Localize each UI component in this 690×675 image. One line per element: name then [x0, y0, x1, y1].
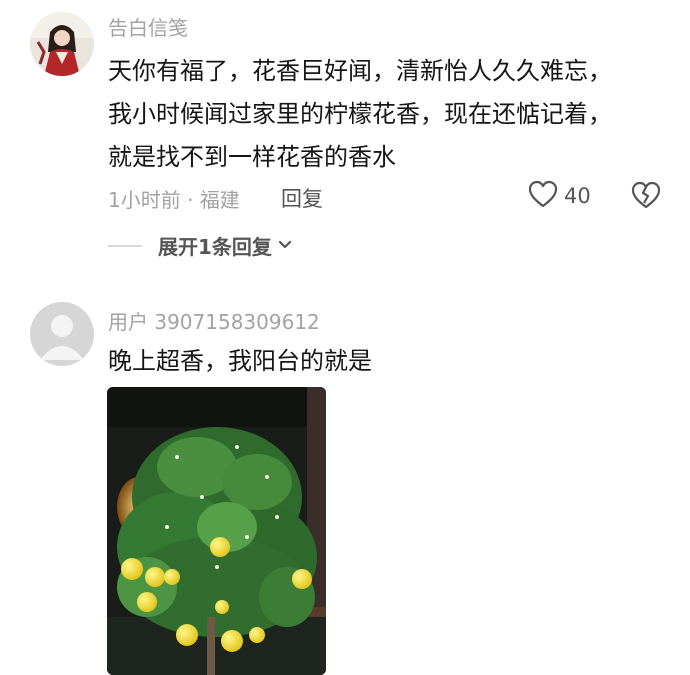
reply-button[interactable]: 回复	[281, 183, 323, 213]
comment-1: 告白信笺 天你有福了，花香巨好闻，清新怡人久久难忘， 我小时候闻过家里的柠檬花香…	[0, 0, 690, 280]
like-button[interactable]: 40	[528, 180, 591, 212]
comment-text-line: 我小时候闻过家里的柠檬花香，现在还惦记着，	[108, 100, 612, 128]
comment-username[interactable]: 告白信笺	[108, 12, 188, 41]
comment-photo[interactable]	[107, 387, 326, 675]
avatar[interactable]	[30, 302, 94, 366]
comment-meta: 1小时前 · 福建	[108, 188, 240, 212]
expand-replies-button[interactable]: 展开1条回复	[108, 231, 292, 260]
like-count: 40	[564, 184, 591, 208]
heart-outline-icon	[528, 180, 558, 212]
chevron-down-icon	[278, 236, 292, 255]
comment-username[interactable]: 用户 3907158309612	[108, 306, 320, 335]
divider	[108, 244, 142, 247]
comment-text-line: 晚上超香，我阳台的就是	[108, 347, 372, 375]
comment-text-line: 天你有福了，花香巨好闻，清新怡人久久难忘，	[108, 57, 612, 85]
comment-text-line: 就是找不到一样花香的香水	[108, 143, 396, 171]
dislike-button[interactable]	[630, 180, 662, 214]
avatar[interactable]	[30, 12, 94, 76]
broken-heart-icon	[630, 181, 662, 214]
expand-replies-label: 展开1条回复	[158, 235, 272, 259]
comment-2: 用户 3907158309612 晚上超香，我阳台的就是	[0, 290, 690, 675]
